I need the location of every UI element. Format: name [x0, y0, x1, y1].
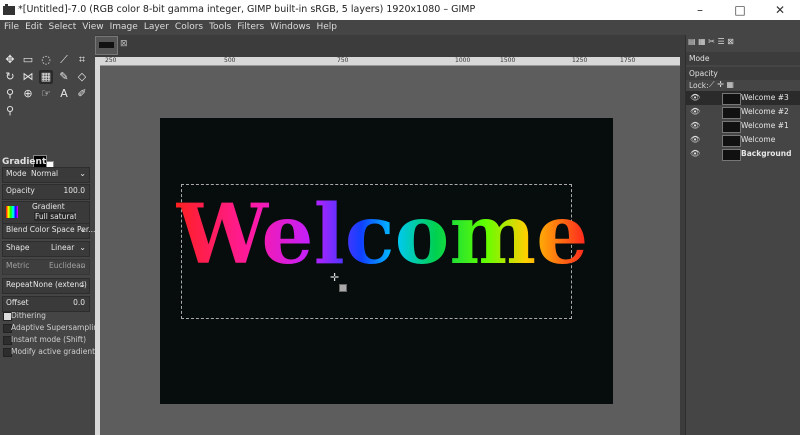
opacity-row[interactable]: Opacity 100.0 — [2, 184, 90, 200]
warp-tool-icon[interactable]: ⋈ — [21, 70, 35, 84]
menu-windows[interactable]: Windows — [267, 20, 313, 35]
gradient-cursor-icon — [339, 284, 347, 292]
eye-icon[interactable]: 👁 — [690, 149, 700, 158]
menu-help[interactable]: Help — [313, 20, 340, 35]
maximize-button[interactable]: □ — [720, 0, 760, 20]
layer-thumbnail — [722, 149, 741, 161]
gradient-preview-icon — [6, 206, 18, 218]
image-tabs: ⊠ — [95, 35, 685, 55]
close-button[interactable]: ✕ — [760, 0, 800, 20]
menu-filters[interactable]: Filters — [234, 20, 267, 35]
gimp-app-icon — [3, 4, 15, 15]
clone-tool-icon[interactable]: ⚲ — [3, 87, 17, 101]
layer-row[interactable]: 👁 Background — [686, 147, 800, 161]
lasso-tool-icon[interactable]: ◌ — [39, 53, 53, 67]
layer-thumbnail — [722, 107, 741, 119]
layer-row[interactable]: 👁 Welcome #3 — [686, 91, 800, 105]
shape-row[interactable]: Shape Linear ⌄ — [2, 241, 90, 257]
tool-options-title: Gradient — [2, 157, 47, 167]
dock-tab-icons[interactable]: ▤ ▦ ✂ ☰ ⊠ — [688, 37, 734, 49]
chevron-down-icon: ⌄ — [79, 280, 86, 289]
layer-row[interactable]: 👁 Welcome #2 — [686, 105, 800, 119]
menu-file[interactable]: File — [0, 20, 22, 35]
smudge-tool-icon[interactable]: ☞ — [39, 87, 53, 101]
eye-icon[interactable]: 👁 — [690, 121, 700, 130]
crop-tool-icon[interactable]: ⌗ — [75, 53, 89, 67]
image-tab-thumbnail[interactable] — [95, 36, 118, 55]
gradient-tool-icon[interactable]: ▦ — [39, 70, 53, 84]
window-title: *[Untitled]-7.0 (RGB color 8-bit gamma i… — [18, 4, 476, 15]
layer-mode-row[interactable]: Mode — [686, 52, 800, 65]
blend-color-space-select[interactable]: Blend Color Space Per... ⌄ — [2, 223, 95, 239]
eye-icon[interactable]: 👁 — [690, 93, 700, 102]
gradient-row[interactable]: Gradient Full saturation — [2, 201, 90, 225]
rotate-tool-icon[interactable]: ↻ — [3, 70, 17, 84]
close-icon[interactable]: ⊠ — [120, 39, 128, 49]
title-bar: *[Untitled]-7.0 (RGB color 8-bit gamma i… — [0, 0, 800, 20]
menu-edit[interactable]: Edit — [22, 20, 45, 35]
eye-icon[interactable]: 👁 — [690, 135, 700, 144]
layer-thumbnail — [722, 121, 741, 133]
rect-select-tool-icon[interactable]: ▭ — [21, 53, 35, 67]
lock-row: Lock: ⟋ ✛ ▦ — [689, 80, 734, 90]
layer-row[interactable]: 👁 Welcome — [686, 133, 800, 147]
layer-thumbnail — [722, 135, 741, 147]
layer-thumbnail — [722, 93, 741, 105]
menu-layer[interactable]: Layer — [141, 20, 172, 35]
zoom-tool-icon[interactable]: ⚲ — [3, 104, 17, 118]
color-picker-tool-icon[interactable]: ✐ — [75, 87, 89, 101]
chevron-down-icon: ⌄ — [79, 169, 86, 178]
repeat-row[interactable]: Repeat None (extend) ⌄ — [2, 278, 90, 294]
minimize-button[interactable]: – — [680, 0, 720, 20]
layer-row[interactable]: 👁 Welcome #1 — [686, 119, 800, 133]
chevron-down-icon: ⌄ — [79, 243, 86, 252]
toolbox: ✥ ▭ ◌ ⟋ ⌗ ↻ ⋈ ▦ ✎ ◇ ⚲ ⊕ ☞ A ✐ ⚲ Gradient… — [0, 35, 103, 435]
eraser-tool-icon[interactable]: ◇ — [75, 70, 89, 84]
mode-row[interactable]: Mode Normal ⌄ — [2, 167, 90, 183]
fuzzy-select-tool-icon[interactable]: ⟋ — [57, 53, 71, 67]
chevron-down-icon: ⌄ — [79, 225, 86, 234]
paintbrush-tool-icon[interactable]: ✎ — [57, 70, 71, 84]
metric-row: Metric Euclidean ⌄ — [2, 259, 90, 275]
layer-opacity-row[interactable]: Opacity — [686, 67, 800, 80]
menu-tools[interactable]: Tools — [206, 20, 234, 35]
welcome-gradient-text: Welcome — [176, 187, 589, 283]
layers-dock: ▤ ▦ ✂ ☰ ⊠ Mode Opacity Lock: ⟋ ✛ ▦ 👁 Wel… — [685, 35, 800, 435]
menu-select[interactable]: Select — [46, 20, 80, 35]
chevron-down-icon: ⌄ — [79, 261, 86, 270]
eye-icon[interactable]: 👁 — [690, 107, 700, 116]
move-tool-icon[interactable]: ✥ — [3, 53, 17, 67]
menu-view[interactable]: View — [79, 20, 106, 35]
menu-image[interactable]: Image — [107, 20, 141, 35]
horizontal-ruler[interactable]: 250 500 750 1000 1250 1500 1750 — [100, 57, 680, 66]
text-tool-icon[interactable]: A — [57, 87, 71, 101]
menu-colors[interactable]: Colors — [172, 20, 206, 35]
menu-bar: File Edit Select View Image Layer Colors Tools F… — [0, 20, 800, 35]
lock-icons[interactable]: ⟋ ✛ ▦ — [709, 80, 734, 90]
move-cursor-icon: ✛ — [330, 271, 340, 284]
offset-row[interactable]: Offset 0.0 — [2, 296, 90, 312]
heal-tool-icon[interactable]: ⊕ — [21, 87, 35, 101]
